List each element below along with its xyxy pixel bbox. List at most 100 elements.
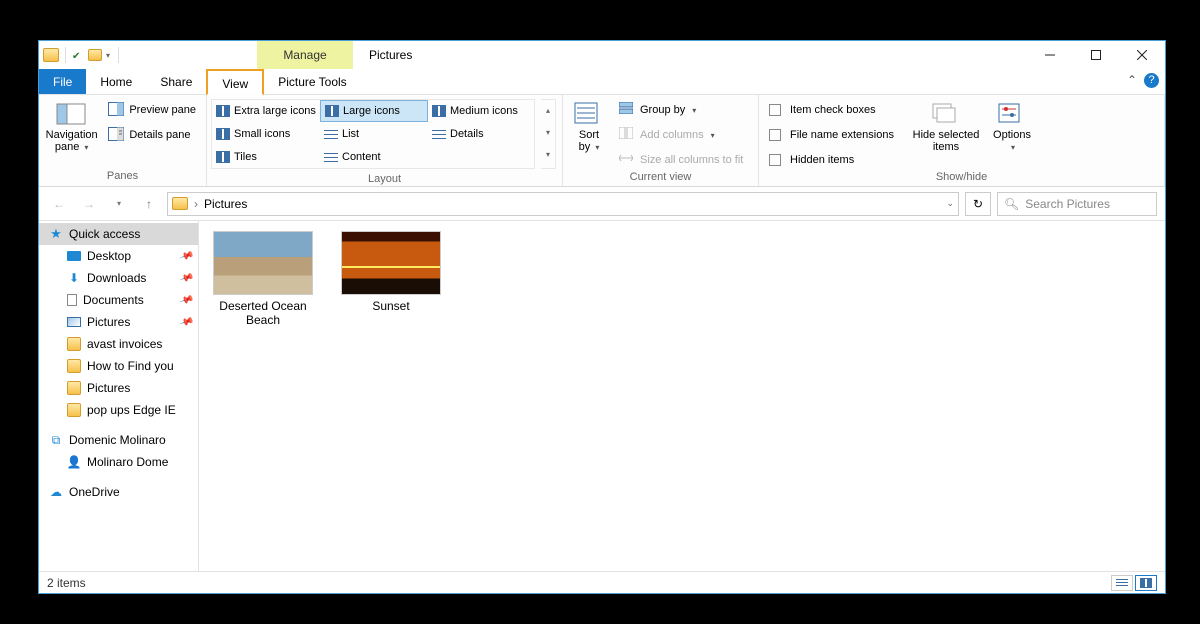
layout-list[interactable]: List xyxy=(320,123,428,145)
file-item[interactable]: Deserted Ocean Beach xyxy=(209,231,317,327)
layout-tiles[interactable]: Tiles xyxy=(212,146,320,168)
up-button[interactable]: ↑ xyxy=(137,192,161,216)
group-by-button[interactable]: Group by xyxy=(615,99,747,121)
pin-icon: 📌 xyxy=(178,270,194,285)
sort-by-button[interactable]: Sortby xyxy=(569,99,609,171)
group-label-layout: Layout xyxy=(207,173,562,186)
ribbon-group-layout: Extra large icons Large icons Medium ico… xyxy=(207,95,563,186)
back-button[interactable]: ← xyxy=(47,192,71,216)
pin-icon: 📌 xyxy=(178,248,194,263)
view-mode-details[interactable] xyxy=(1111,575,1133,591)
qat-dropdown[interactable]: ▾ xyxy=(104,51,112,60)
search-icon: 🔍︎ xyxy=(1004,197,1019,211)
layout-small[interactable]: Small icons xyxy=(212,123,320,145)
search-placeholder: Search Pictures xyxy=(1025,197,1110,211)
item-check-boxes-toggle[interactable]: Item check boxes xyxy=(765,99,905,121)
titlebar: ▾ Manage Pictures xyxy=(39,41,1165,69)
navigation-pane-button[interactable]: Navigationpane xyxy=(45,99,98,170)
tab-view[interactable]: View xyxy=(206,69,264,95)
sidebar-item-pictures[interactable]: Pictures📌 xyxy=(39,311,198,333)
pin-icon: 📌 xyxy=(178,292,194,307)
file-label: Deserted Ocean Beach xyxy=(209,299,317,327)
pictures-icon xyxy=(67,317,81,327)
hide-selected-button[interactable]: Hide selecteditems xyxy=(911,99,981,171)
sidebar-item-desktop[interactable]: Desktop📌 xyxy=(39,245,198,267)
sidebar-item-domenic[interactable]: ⧉Domenic Molinaro xyxy=(39,429,198,451)
status-bar: 2 items xyxy=(39,571,1165,593)
breadcrumb-segment[interactable]: Pictures xyxy=(204,197,247,211)
recent-locations-button[interactable]: ▾ xyxy=(107,192,131,216)
layout-scroll-up[interactable]: ▴ xyxy=(541,100,555,122)
view-mode-icons[interactable] xyxy=(1135,575,1157,591)
thumbnail xyxy=(213,231,313,295)
layout-scroll-down[interactable]: ▾ xyxy=(541,122,555,144)
breadcrumb[interactable]: Pictures ⌄ xyxy=(167,192,959,216)
details-pane-button[interactable]: Details pane xyxy=(104,124,200,146)
layout-content[interactable]: Content xyxy=(320,146,428,168)
layout-medium[interactable]: Medium icons xyxy=(428,100,536,122)
sidebar-item-documents[interactable]: Documents📌 xyxy=(39,289,198,311)
user-icon: 👤 xyxy=(67,455,81,469)
navigation-pane-label: Navigation xyxy=(46,129,98,141)
group-label-show-hide: Show/hide xyxy=(759,171,1164,186)
qat-separator xyxy=(65,47,66,63)
ribbon-group-show-hide: Item check boxes File name extensions Hi… xyxy=(759,95,1165,186)
sidebar-item-onedrive[interactable]: ☁OneDrive xyxy=(39,481,198,503)
sidebar-item-downloads[interactable]: ⬇Downloads📌 xyxy=(39,267,198,289)
file-item[interactable]: Sunset xyxy=(337,231,445,313)
size-all-columns-button[interactable]: Size all columns to fit xyxy=(615,149,747,171)
help-icon[interactable]: ? xyxy=(1144,73,1159,88)
add-columns-button[interactable]: Add columns xyxy=(615,124,747,146)
qat-separator xyxy=(118,47,119,63)
ribbon-group-current-view: Sortby Group by Add columns Size all col… xyxy=(563,95,759,186)
quick-access-toolbar: ▾ xyxy=(39,41,127,69)
maximize-button[interactable] xyxy=(1073,41,1119,69)
address-bar: ← → ▾ ↑ Pictures ⌄ ↻ 🔍︎ Search Pictures xyxy=(39,187,1165,221)
tab-home[interactable]: Home xyxy=(86,69,146,94)
contextual-tab-label: Manage xyxy=(257,41,353,69)
pin-icon: 📌 xyxy=(178,314,194,329)
folder-icon xyxy=(43,48,59,62)
chevron-right-icon xyxy=(194,197,198,211)
folder-icon xyxy=(67,337,81,351)
search-box[interactable]: 🔍︎ Search Pictures xyxy=(997,192,1157,216)
layout-details[interactable]: Details xyxy=(428,123,536,145)
tab-file[interactable]: File xyxy=(39,69,86,94)
thumbnail xyxy=(341,231,441,295)
group-label-current-view: Current view xyxy=(563,171,758,186)
folder-icon xyxy=(67,381,81,395)
tab-share[interactable]: Share xyxy=(146,69,206,94)
breadcrumb-dropdown[interactable]: ⌄ xyxy=(946,198,954,209)
navigation-sidebar[interactable]: ★Quick access Desktop📌 ⬇Downloads📌 Docum… xyxy=(39,221,199,571)
minimize-button[interactable] xyxy=(1027,41,1073,69)
ribbon-group-panes: Navigationpane Preview pane Details pane… xyxy=(39,95,207,186)
tab-picture-tools[interactable]: Picture Tools xyxy=(264,69,360,94)
sidebar-item-howto[interactable]: How to Find you xyxy=(39,355,198,377)
content-area[interactable]: Deserted Ocean Beach Sunset xyxy=(199,221,1165,571)
collapse-ribbon-icon[interactable]: ⌃ xyxy=(1127,73,1137,87)
layout-large[interactable]: Large icons xyxy=(320,100,428,122)
forward-button[interactable]: → xyxy=(77,192,101,216)
sidebar-item-molinaro[interactable]: 👤Molinaro Dome xyxy=(39,451,198,473)
close-button[interactable] xyxy=(1119,41,1165,69)
body: ★Quick access Desktop📌 ⬇Downloads📌 Docum… xyxy=(39,221,1165,571)
dropbox-icon: ⧉ xyxy=(49,433,63,447)
preview-pane-button[interactable]: Preview pane xyxy=(104,99,200,121)
options-button[interactable]: Options xyxy=(987,99,1037,171)
properties-icon[interactable] xyxy=(72,48,86,62)
sidebar-quick-access[interactable]: ★Quick access xyxy=(39,223,198,245)
file-name-extensions-toggle[interactable]: File name extensions xyxy=(765,124,905,146)
sidebar-item-popup[interactable]: pop ups Edge IE xyxy=(39,399,198,421)
sidebar-item-avast[interactable]: avast invoices xyxy=(39,333,198,355)
layout-extra-large[interactable]: Extra large icons xyxy=(212,100,320,122)
sidebar-item-pictures2[interactable]: Pictures xyxy=(39,377,198,399)
hidden-items-toggle[interactable]: Hidden items xyxy=(765,149,905,171)
file-label: Sunset xyxy=(372,299,409,313)
new-folder-icon[interactable] xyxy=(88,49,102,61)
folder-icon xyxy=(67,403,81,417)
layout-more[interactable]: ▾ xyxy=(541,144,555,166)
titlebar-spacer xyxy=(127,41,257,69)
status-item-count: 2 items xyxy=(47,576,86,590)
ribbon: Navigationpane Preview pane Details pane… xyxy=(39,95,1165,187)
refresh-button[interactable]: ↻ xyxy=(965,192,991,216)
